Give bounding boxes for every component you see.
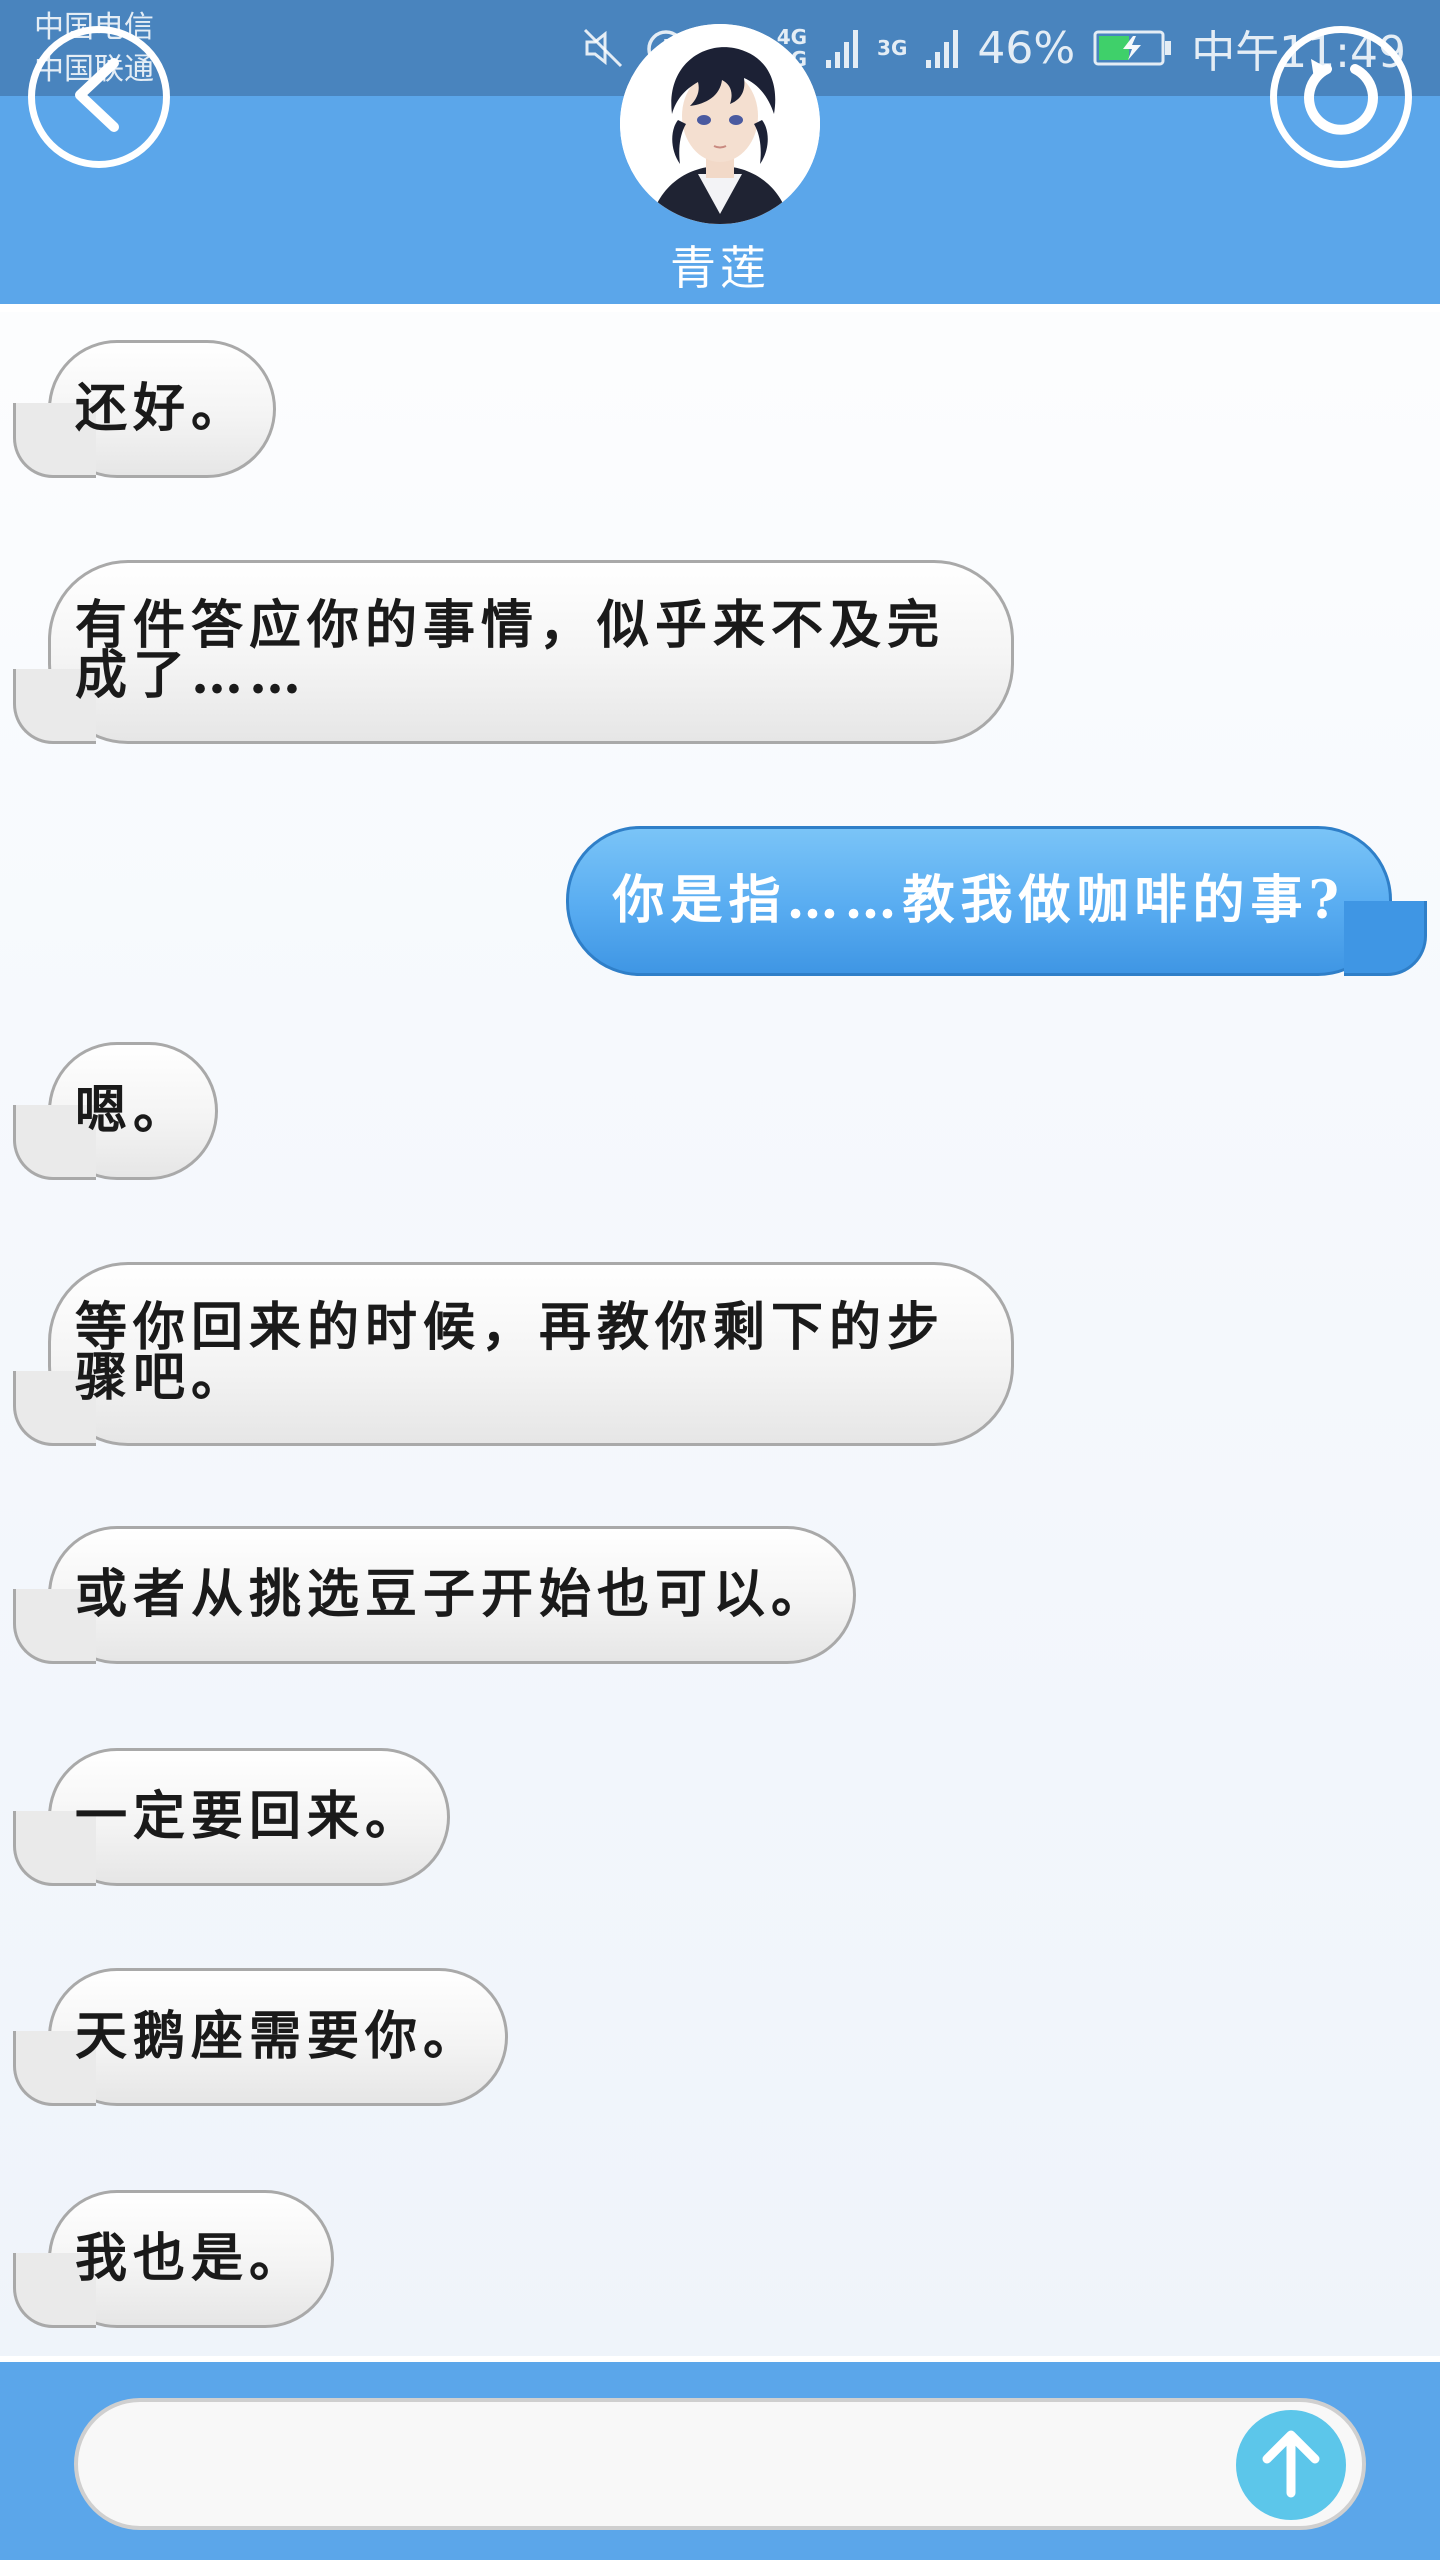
battery-charging-icon (1093, 28, 1173, 68)
mute-icon (581, 26, 625, 70)
outgoing-message: 你是指……教我做咖啡的事? (565, 826, 1428, 976)
signal-icon-1 (825, 26, 859, 70)
incoming-message: 天鹅座需要你。 (12, 1968, 509, 2106)
arrow-up-icon (1259, 2427, 1323, 2503)
incoming-message: 有件答应你的事情，似乎来不及完成了…… (13, 560, 1014, 744)
message-text: 你是指……教我做咖啡的事? (612, 870, 1345, 931)
message-text: 等你回来的时候，再教你剩下的步骤吧。 (75, 1297, 946, 1408)
signal-icon-2 (925, 26, 959, 70)
back-button[interactable] (28, 26, 170, 168)
message-text: 一定要回来。 (75, 1786, 424, 1847)
message-text: 嗯。 (75, 1080, 192, 1141)
incoming-message: 我也是。 (12, 2190, 335, 2328)
message-input[interactable] (74, 2398, 1366, 2530)
incoming-message: 嗯。 (12, 1042, 219, 1180)
send-button[interactable] (1236, 2410, 1346, 2520)
refresh-button[interactable] (1270, 26, 1412, 168)
refresh-icon (1293, 47, 1389, 147)
incoming-message: 一定要回来。 (12, 1748, 451, 1886)
chevron-left-icon (64, 55, 134, 139)
avatar-portrait-icon (620, 24, 820, 224)
message-text: 或者从挑选豆子开始也可以。 (75, 1564, 830, 1625)
message-text: 还好。 (75, 378, 250, 439)
incoming-message: 或者从挑选豆子开始也可以。 (12, 1526, 857, 1664)
chat-header: 中国电信 中国联通 4G 2G 3G 46% (0, 0, 1440, 312)
battery-percent: 46% (977, 22, 1076, 74)
message-text: 我也是。 (75, 2228, 308, 2289)
network-label-2: 3G (877, 36, 908, 60)
incoming-message: 还好。 (12, 340, 277, 478)
message-text: 有件答应你的事情，似乎来不及完成了…… (75, 595, 946, 706)
message-text: 天鹅座需要你。 (75, 2006, 482, 2067)
contact-name: 青莲 (670, 241, 770, 295)
contact-avatar[interactable] (620, 24, 820, 224)
composer-bar (0, 2356, 1440, 2560)
incoming-message: 等你回来的时候，再教你剩下的步骤吧。 (13, 1262, 1014, 1446)
